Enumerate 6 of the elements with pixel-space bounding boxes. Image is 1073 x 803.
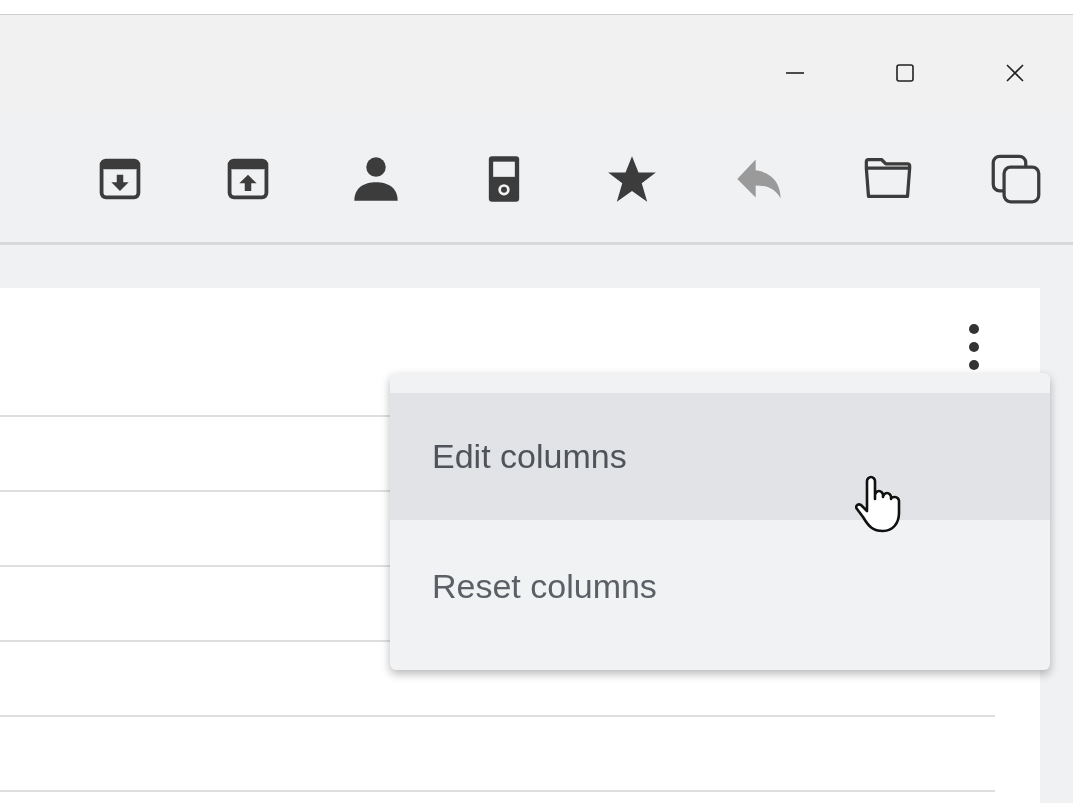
maximize-icon[interactable] xyxy=(893,61,917,85)
copy-icon[interactable] xyxy=(990,152,1042,205)
more-options-icon[interactable] xyxy=(968,323,980,371)
menu-item[interactable]: Reset columns xyxy=(390,520,1050,653)
menu-item[interactable]: Edit columns xyxy=(390,393,1050,520)
hand-cursor-icon xyxy=(855,473,903,535)
